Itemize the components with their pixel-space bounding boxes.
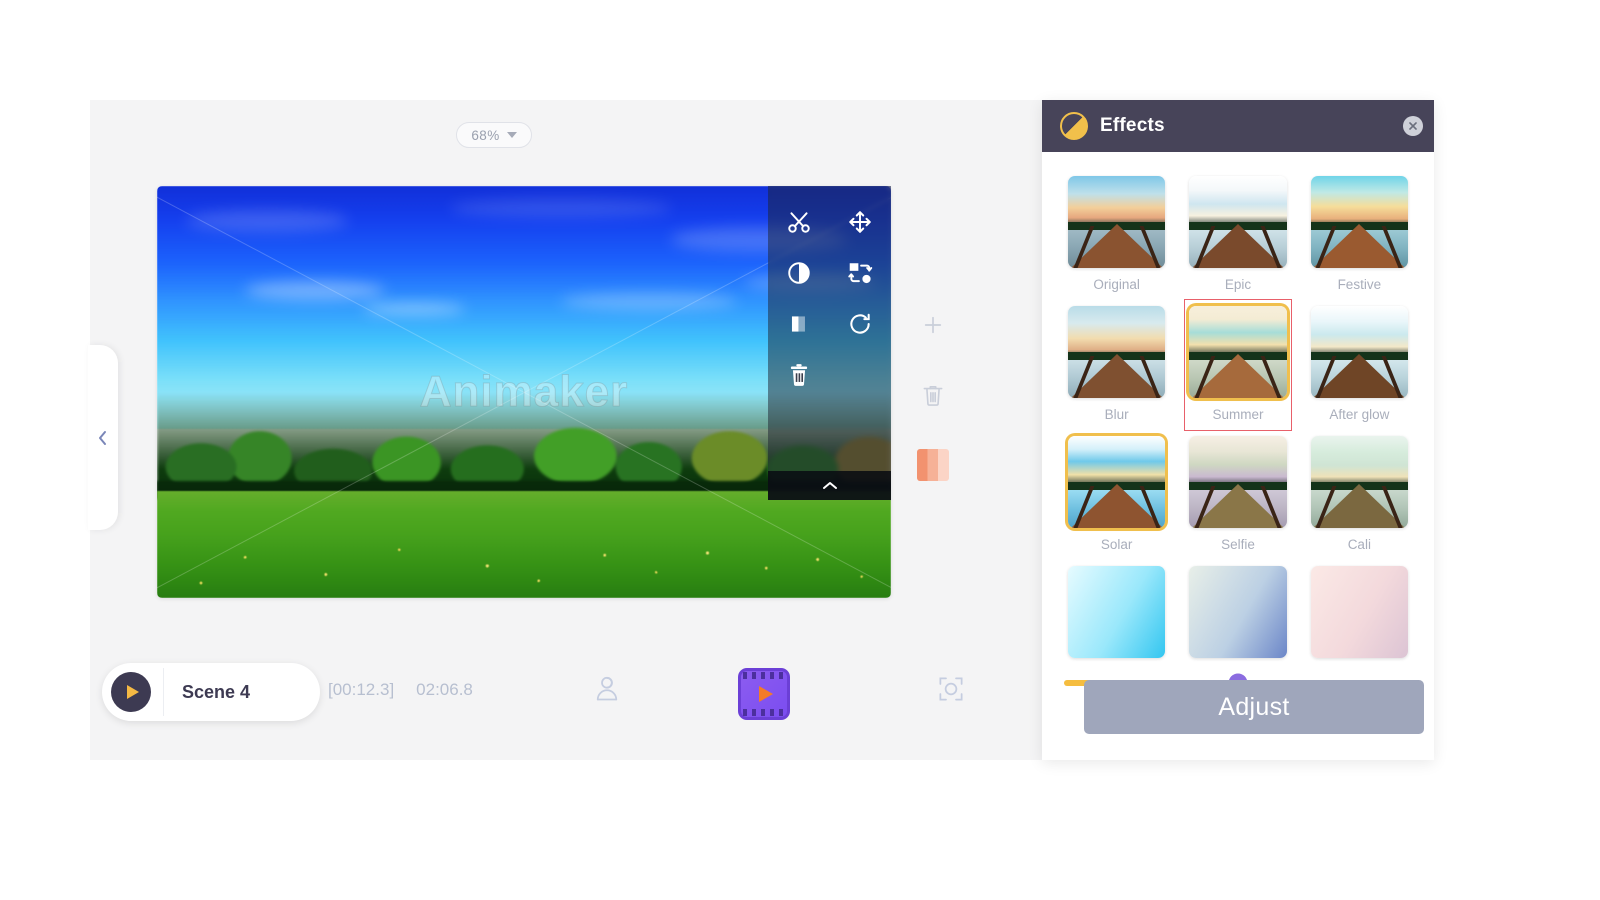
effect-item-original[interactable]: Original xyxy=(1064,170,1169,300)
effect-label: Epic xyxy=(1224,277,1252,292)
total-time: 02:06.8 xyxy=(416,680,473,699)
add-button[interactable] xyxy=(905,290,961,360)
current-time: [00:12.3] xyxy=(328,680,395,699)
scene-pill[interactable]: Scene 4 xyxy=(102,663,320,721)
contrast-circle-icon xyxy=(1060,112,1088,140)
effect-thumbnail xyxy=(1189,566,1287,658)
effect-item-festive[interactable]: Festive xyxy=(1307,170,1412,300)
move-button[interactable] xyxy=(830,196,892,247)
play-button[interactable] xyxy=(111,672,151,712)
effect-item-row4-2[interactable] xyxy=(1185,560,1290,666)
effect-label: Blur xyxy=(1104,407,1129,422)
effect-item-row4-1[interactable] xyxy=(1064,560,1169,666)
effect-thumbnail xyxy=(1189,436,1287,528)
divider xyxy=(163,668,164,716)
effect-item-epic[interactable]: Epic xyxy=(1185,170,1290,300)
close-icon[interactable] xyxy=(1403,116,1423,136)
effect-item-solar[interactable]: Solar xyxy=(1064,430,1169,560)
cut-button[interactable] xyxy=(768,196,830,247)
delete-button[interactable] xyxy=(768,349,830,400)
effect-item-cali[interactable]: Cali xyxy=(1307,430,1412,560)
effect-item-row4-3[interactable] xyxy=(1307,560,1412,666)
effect-label: Selfie xyxy=(1221,537,1255,552)
adjust-button[interactable]: Adjust xyxy=(1084,680,1424,734)
effect-item-blur[interactable]: Blur xyxy=(1064,300,1169,430)
effects-panel-title: Effects xyxy=(1100,115,1165,136)
element-toolbar xyxy=(768,186,891,500)
rail-delete-button[interactable] xyxy=(905,360,961,430)
sidebar-collapse-tab[interactable] xyxy=(88,345,118,530)
effect-thumbnail xyxy=(1310,566,1408,658)
effect-label: After glow xyxy=(1329,407,1390,422)
zoom-value: 68% xyxy=(471,127,500,143)
effect-label: Festive xyxy=(1337,277,1382,292)
focus-button[interactable] xyxy=(936,674,966,704)
effects-panel: Effects Original Epic Festive Blur Summer Aft… xyxy=(1042,100,1434,760)
effect-label: Cali xyxy=(1347,537,1371,552)
effect-label: Original xyxy=(1093,277,1140,292)
timecodes: [00:12.3] 02:06.8 xyxy=(328,680,473,700)
effect-item-after-glow[interactable]: After glow xyxy=(1307,300,1412,430)
effects-panel-body: Original Epic Festive Blur Summer After glow S… xyxy=(1042,152,1434,760)
character-button[interactable] xyxy=(592,674,622,704)
play-icon xyxy=(126,685,139,699)
effect-thumbnail xyxy=(1189,306,1287,398)
editor-area: 68% Animaker Scene 4 [00:12.3] 02:06.8 xyxy=(90,100,1042,760)
effect-item-summer[interactable]: Summer xyxy=(1184,299,1292,431)
toolbar-collapse-button[interactable] xyxy=(768,471,891,500)
effect-thumbnail xyxy=(1310,306,1408,398)
color-swatch-button[interactable] xyxy=(905,430,961,500)
effect-thumbnail xyxy=(1068,566,1166,658)
effect-thumbnail xyxy=(1068,436,1166,528)
effect-thumbnail xyxy=(1068,176,1166,268)
video-button[interactable] xyxy=(738,668,790,720)
effect-thumbnail xyxy=(1310,176,1408,268)
canvas-right-rail xyxy=(905,290,961,500)
effects-panel-header: Effects xyxy=(1042,100,1434,152)
crop-button[interactable] xyxy=(768,298,830,349)
scene-name: Scene 4 xyxy=(182,681,251,702)
effect-item-selfie[interactable]: Selfie xyxy=(1185,430,1290,560)
rotate-button[interactable] xyxy=(830,298,892,349)
effect-label: Summer xyxy=(1212,407,1264,422)
effect-label: Solar xyxy=(1100,537,1133,552)
zoom-control[interactable]: 68% xyxy=(456,122,532,148)
chevron-down-icon xyxy=(506,132,517,138)
replace-button[interactable] xyxy=(830,247,892,298)
effect-thumbnail xyxy=(1189,176,1287,268)
effects-grid: Original Epic Festive Blur Summer After glow S… xyxy=(1064,170,1412,666)
contrast-button[interactable] xyxy=(768,247,830,298)
effect-thumbnail xyxy=(1068,306,1166,398)
film-play-icon xyxy=(758,686,773,702)
meadow-layer xyxy=(157,490,891,598)
effect-thumbnail xyxy=(1310,436,1408,528)
bottom-toolbar: Scene 4 [00:12.3] 02:06.8 xyxy=(90,640,1042,760)
color-swatch xyxy=(917,449,949,481)
